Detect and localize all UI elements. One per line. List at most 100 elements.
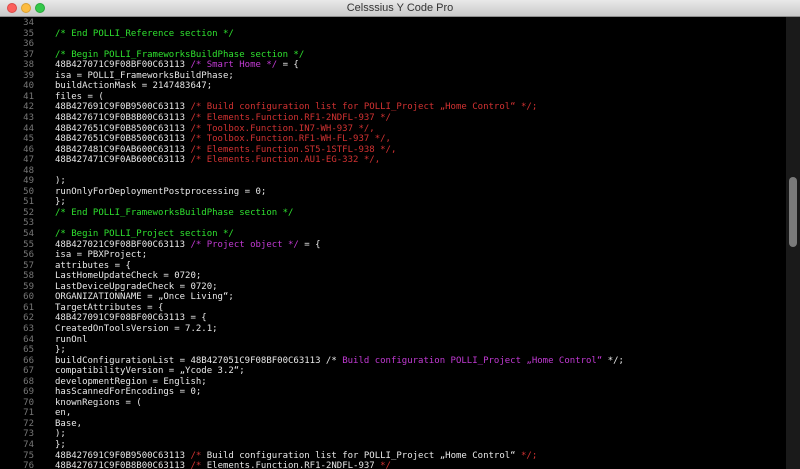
code-comment: /* Elements.Function.ST5-1STFL-938 */, [190,144,397,155]
code-comment: /* Toolbox.Function.IN7-WH-937 */, [190,123,375,134]
line-number: 64 [23,334,34,345]
line-number: 57 [23,260,34,271]
code-token: 48B427651C9F0B8500C63113 [55,134,191,145]
code-token: ); [55,176,66,187]
line-number: 75 [23,450,34,461]
line-number: 58 [23,271,34,282]
line-number: 76 [23,461,34,469]
line-code: 48B427481C9F0AB600C63113 /* Elements.Fun… [55,145,396,156]
line-number: 56 [23,250,34,261]
code-token: ORGANIZATIONNAME = „Once Living“; [55,292,234,303]
line-number: 65 [23,345,34,356]
line-number: 51 [23,197,34,208]
code-token: developmentRegion = English; [55,376,207,387]
line-code: /* End POLLI_FrameworksBuildPhase sectio… [55,208,293,219]
line-number: 48 [23,165,34,176]
code-token: runOnl [55,334,88,345]
line-number: 44 [23,123,34,134]
code-token: }; [55,440,66,450]
line-number: 67 [23,366,34,377]
line-number: 53 [23,218,34,229]
line-number: 66 [23,355,34,366]
code-comment: */; [515,450,538,461]
code-comment: /* [190,450,207,461]
line-number: 54 [23,229,34,239]
code-token: 48B427691C9F0B9500C63113 [55,102,191,113]
line-number: 73 [23,429,34,440]
line-code: 48B427471C9F0AB600C63113 /* Elements.Fun… [55,155,380,166]
line-number: 37 [23,49,34,60]
line-code: /* Begin POLLI_Project section */ [55,229,234,240]
code-token: 48B427471C9F0AB600C63113 [55,155,191,166]
line-number: 68 [23,376,34,387]
line-code: files = ( [55,92,104,103]
line-code: 48B427091C9F08BF00C63113 = { [55,313,207,324]
code-comment: /* Begin POLLI_FrameworksBuildPhase sect… [55,49,305,60]
code-token: = { [298,239,321,250]
code-token: */; [602,355,624,366]
code-token: }; [55,345,66,356]
code-token: = { [277,60,299,71]
line-number: 52 [23,207,34,218]
line-code: 48B427021C9F08BF00C63113 /* Project obje… [55,240,321,251]
line-code: runOnl [55,335,88,346]
line-number: 39 [23,70,34,81]
line-number: 46 [23,144,34,155]
line-code: Base, [55,419,82,430]
line-code: compatibilityVersion = „Ycode 3.2“; [55,366,245,377]
line-code: developmentRegion = English; [55,377,207,388]
code-comment: /* Begin POLLI_Project section */ [55,229,234,239]
code-token: 48B427091C9F08BF00C63113 = { [55,313,207,324]
line-number: 42 [23,102,34,113]
line-code: isa = PBXProject; [55,250,147,261]
code-comment: /* Build configuration list for POLLI_Pr… [190,102,538,113]
code-comment: */ [374,461,391,469]
window-title: Celsssius Y Code Pro [346,2,454,14]
line-code: 48B427691C9F0B9500C63113 /* Build config… [55,102,537,113]
code-comment: /* Toolbox.Function.RF1-WH-FL-937 */, [190,134,391,145]
code-token: }; [55,197,66,208]
line-code: TargetAttributes = { [55,303,163,314]
code-token: Build configuration list for POLLI_Proje… [206,450,516,461]
code-token: Base, [55,418,83,429]
code-token: 48B427691C9F0B9500C63113 [55,450,191,461]
line-number: 50 [23,186,34,197]
code-token: buildActionMask = 2147483647; [55,81,213,92]
code-comment: /* [190,461,207,469]
code-editor[interactable]: 34 35/* End POLLI_Reference section */36 3… [0,17,786,469]
code-comment: /* End POLLI_FrameworksBuildPhase sectio… [55,207,294,218]
line-number: 40 [23,81,34,92]
line-number: 71 [23,408,34,419]
line-code: }; [55,197,66,208]
line-code: 48B427691C9F0B9500C63113 /* Build config… [55,451,537,462]
line-number: 62 [23,313,34,324]
line-code: hasScannedForEncodings = 0; [55,387,201,398]
code-token: attributes = { [55,260,131,271]
line-code: attributes = { [55,261,131,272]
line-number: 72 [23,418,34,429]
editor-window: Celsssius Y Code Pro 34 35 /* End POLLI_Re… [0,0,800,469]
code-comment: /* Elements.Function.AU1-EG-332 */, [190,155,381,166]
line-number: 35 [23,28,34,39]
code-token: knownRegions = ( [55,397,142,408]
line-code: CreatedOnToolsVersion = 7.2.1; [55,324,218,335]
scrollbar-thumb[interactable] [789,177,797,247]
line-number: 36 [23,39,34,50]
code-token: buildConfigurationList = 48B427051C9F08B… [55,355,343,366]
line-code: 48B427651C9F0B8500C63113 /* Toolbox.Func… [55,124,375,135]
code-token: compatibilityVersion = „Ycode 3.2“; [55,366,245,377]
code-token: 48B427071C9F08BF00C63113 [55,60,191,71]
vertical-scrollbar[interactable] [786,17,800,469]
line-number: 49 [23,176,34,187]
line-code: buildActionMask = 2147483647; [55,81,212,92]
line-code: knownRegions = ( [55,398,142,409]
line-number: 59 [23,281,34,292]
line-code: /* Begin POLLI_FrameworksBuildPhase sect… [55,50,304,61]
line-code: }; [55,345,66,356]
line-code: 48B427671C9F0B8B00C63113 /* Elements.Fun… [55,113,391,124]
line-code: ); [55,429,66,440]
line-number: 34 [23,18,34,28]
code-token: Elements.Function.RF1-2NDFL-937 [206,461,375,469]
title-bar: Celsssius Y Code Pro [0,0,800,17]
code-token: CreatedOnToolsVersion = 7.2.1; [55,323,218,334]
